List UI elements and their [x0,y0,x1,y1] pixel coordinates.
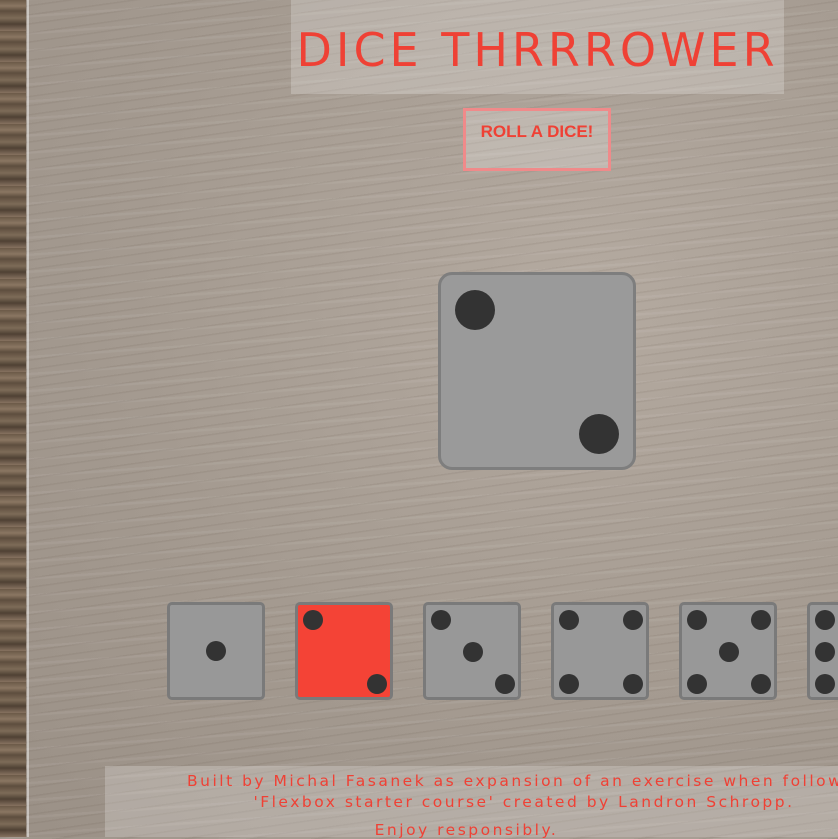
die-pip [559,674,579,694]
footer-note: Enjoy responsibly. [374,821,559,839]
die-option-6[interactable] [807,602,838,700]
die-pip [303,610,323,630]
die-pip [815,610,835,630]
die-pip [751,674,771,694]
die-pip [751,610,771,630]
footer: Built by Michal Fasanek as expansion of … [105,766,838,839]
footer-credit-line-2: 'Flexbox starter course' created by Land… [253,793,795,811]
die-pip [367,674,387,694]
die-pip [719,642,739,662]
die-pip [687,610,707,630]
wood-border-left [0,0,26,837]
divider-line [27,0,29,837]
die-pip [495,674,515,694]
page-title: DICE THRRROWER [296,23,779,77]
header: DICE THRRROWER [291,0,784,94]
die-pip [455,290,495,330]
die-option-1[interactable] [167,602,265,700]
die-pip [687,674,707,694]
footer-credit-line-1: Built by Michal Fasanek as expansion of … [187,772,838,790]
die-option-5[interactable] [679,602,777,700]
die-option-2[interactable] [295,602,393,700]
die-option-3[interactable] [423,602,521,700]
die-pip [815,674,835,694]
die-pip [463,642,483,662]
main-die [438,272,636,470]
die-pip [431,610,451,630]
die-pip [623,674,643,694]
die-pip [623,610,643,630]
die-option-4[interactable] [551,602,649,700]
die-pip [815,642,835,662]
roll-dice-button[interactable]: ROLL A DICE! [463,108,611,171]
die-pip [206,641,226,661]
die-pip [579,414,619,454]
die-pip [559,610,579,630]
